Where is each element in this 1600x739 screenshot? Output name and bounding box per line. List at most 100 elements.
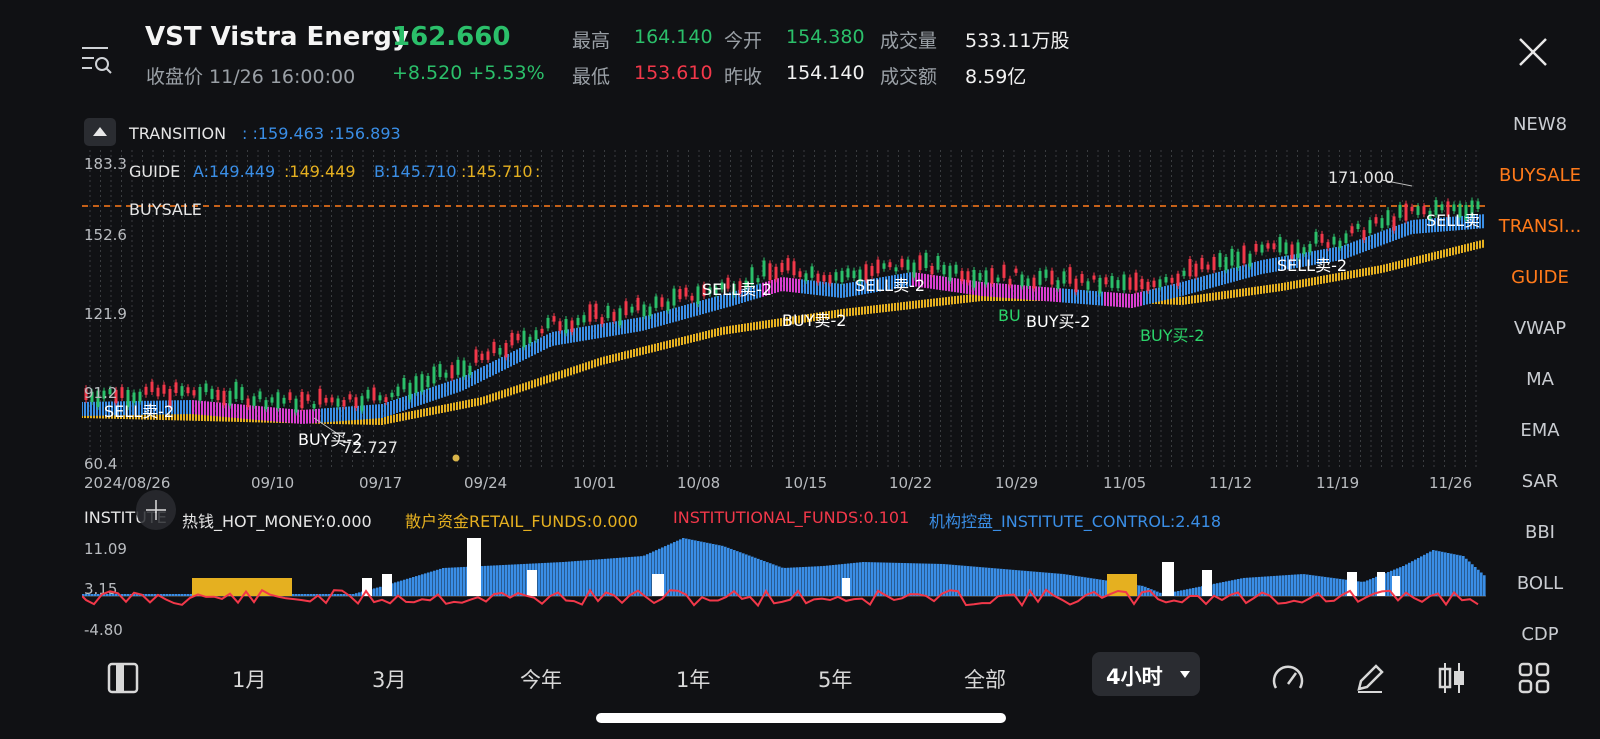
speedometer-icon[interactable] [1270, 660, 1306, 696]
institute-control-bar [994, 568, 997, 596]
institute-control-bar [436, 569, 439, 596]
indicator-item-bbi[interactable]: BBI [1480, 522, 1600, 543]
institute-control-bar [991, 568, 994, 596]
institute-control-bar [826, 565, 829, 596]
retail-funds-block [192, 578, 292, 596]
candle-body [816, 273, 820, 283]
institute-control-bar [1252, 577, 1255, 596]
institute-control-bar [124, 594, 127, 596]
institute-control-bar [874, 562, 877, 596]
institute-control-bar [424, 573, 427, 596]
draw-pencil-icon[interactable] [1352, 660, 1388, 696]
institute-control-bar [463, 566, 466, 596]
candle-body [684, 287, 688, 297]
search-menu-icon[interactable] [78, 42, 114, 78]
indicator-item-new8[interactable]: NEW8 [1480, 114, 1600, 135]
x-axis-label: 11/26 [1429, 474, 1473, 492]
crosshair-icon[interactable] [136, 490, 176, 530]
candle-body [1110, 276, 1114, 288]
indicator-item-ma[interactable]: MA [1480, 369, 1600, 390]
candle-body [1242, 245, 1246, 264]
candle-body [438, 364, 442, 377]
indicator-item-buysale[interactable]: BUYSALE [1480, 165, 1600, 186]
candle-body [810, 266, 814, 278]
indicator-item-transi[interactable]: TRANSI... [1480, 216, 1600, 237]
close-icon[interactable] [1515, 34, 1551, 70]
timeframe-all[interactable]: 全部 [964, 664, 1006, 694]
institute-control-bar [454, 567, 457, 596]
candle-body [606, 305, 610, 319]
institute-control-bar [1249, 577, 1252, 596]
timeframe-ytd[interactable]: 今年 [520, 664, 562, 694]
timeframe-5y[interactable]: 5年 [818, 664, 852, 694]
indicator-item-cdp[interactable]: CDP [1480, 624, 1600, 645]
institute-control-bar [460, 567, 463, 596]
y-axis-label: 183.3 [84, 155, 127, 173]
timeframe-dropdown[interactable]: 4小时 [1092, 652, 1200, 696]
timeframe-1y[interactable]: 1年 [676, 664, 710, 694]
candle-body [984, 270, 988, 285]
institute-control-bar [301, 594, 304, 596]
institute-control-bar [889, 562, 892, 596]
layout-toggle-icon[interactable] [106, 660, 142, 696]
institute-control-bar [937, 563, 940, 596]
institute-control-bar [1414, 559, 1417, 596]
institute-control-bar [811, 566, 814, 596]
institute-control-bar [484, 565, 487, 596]
institute-control-bar [1216, 583, 1219, 596]
institute-control-bar [1303, 574, 1306, 596]
candle-body [408, 382, 412, 400]
indicator-item-vwap[interactable]: VWAP [1480, 318, 1600, 339]
candle-body [834, 272, 838, 281]
institute-chart[interactable] [82, 538, 1486, 636]
event-dot [452, 454, 460, 462]
collapse-indicator-button[interactable] [84, 118, 116, 146]
institute-control-bar [706, 542, 709, 596]
sell-signal: SELL卖-2 [1277, 256, 1348, 275]
institute-control-bar [1363, 581, 1366, 596]
institute-control-bar [793, 567, 796, 596]
institute-control-bar [1417, 558, 1420, 596]
institute-control-bar [628, 557, 631, 596]
hot-money-spike [652, 574, 664, 596]
candle-body [186, 387, 190, 394]
candle-body [618, 308, 622, 326]
candle-body [846, 268, 850, 278]
candle-body [1050, 270, 1054, 285]
candlestick-icon[interactable] [1434, 660, 1470, 696]
candle-body [1182, 270, 1186, 276]
indicator-item-sar[interactable]: SAR [1480, 471, 1600, 492]
institute-control-bar [1189, 588, 1192, 596]
candle-body [474, 349, 478, 363]
timeframe-3m[interactable]: 3月 [372, 664, 406, 694]
institute-control-bar [808, 566, 811, 596]
institute-control-bar [514, 564, 517, 596]
indicator-item-guide[interactable]: GUIDE [1480, 267, 1600, 288]
institute-control-bar [1471, 564, 1474, 596]
buy-signal: BUY买-2 [298, 430, 363, 449]
indicator-item-ema[interactable]: EMA [1480, 420, 1600, 441]
institute-control-bar [487, 565, 490, 596]
home-indicator[interactable] [596, 713, 1006, 723]
institute-control-bar [1468, 561, 1471, 596]
candle-body [1116, 280, 1120, 289]
institute-control-bar [310, 594, 313, 596]
indicator-item-boll[interactable]: BOLL [1480, 573, 1600, 594]
institute-control-bar [343, 594, 346, 596]
institute-control-bar [997, 568, 1000, 596]
institute-control-bar [1222, 582, 1225, 596]
candle-body [426, 376, 430, 387]
x-axis-label: 10/01 [573, 474, 617, 492]
institute-control-bar [127, 594, 130, 596]
candle-body [150, 381, 154, 393]
candle-body [288, 392, 292, 401]
institute-control-bar [784, 567, 787, 596]
institute-control-bar [910, 563, 913, 596]
timeframe-1m[interactable]: 1月 [232, 664, 266, 694]
candle-body [666, 301, 670, 311]
grid-menu-icon[interactable] [1516, 660, 1552, 696]
candle-body [366, 389, 370, 399]
institute-control-bar [802, 567, 805, 596]
candle-body [1212, 256, 1216, 271]
institute-control-bar [709, 543, 712, 596]
